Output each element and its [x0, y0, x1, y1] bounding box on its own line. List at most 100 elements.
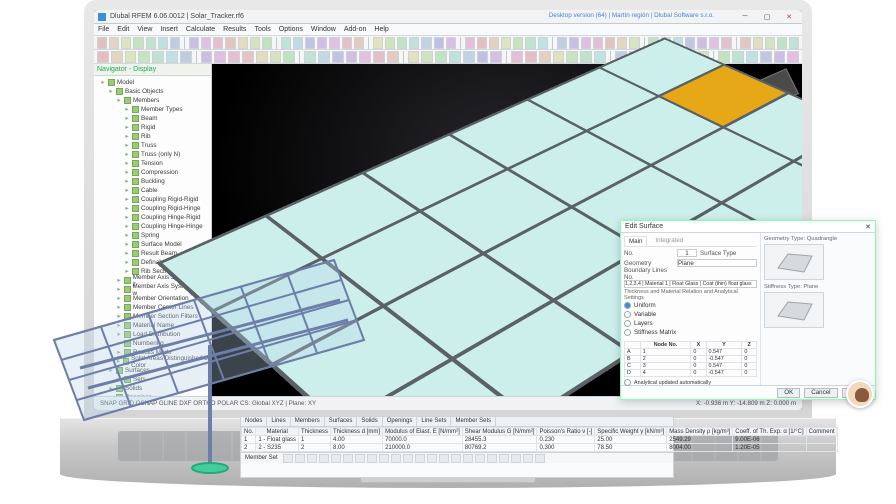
- tree-node[interactable]: ▸Member Section Filters: [94, 312, 211, 321]
- toolbar-button[interactable]: [746, 51, 758, 63]
- geometry-field[interactable]: Plane: [677, 259, 757, 267]
- toolbar-button[interactable]: [477, 51, 489, 63]
- tree-node[interactable]: ▸Rib: [94, 132, 211, 141]
- menu-options[interactable]: Options: [279, 26, 303, 33]
- table-tool-button[interactable]: [511, 454, 521, 463]
- toolbar-button[interactable]: [238, 37, 248, 49]
- toolbar-button[interactable]: [434, 37, 444, 49]
- toolbar-button[interactable]: [569, 37, 579, 49]
- radio-stiffness matrix[interactable]: [624, 329, 631, 336]
- dialog-close-icon[interactable]: ✕: [865, 223, 871, 231]
- toolbar-button[interactable]: [463, 51, 475, 63]
- geometry-thumbnail-1[interactable]: [764, 244, 824, 280]
- toolbar-button[interactable]: [732, 51, 744, 63]
- toolbar-button[interactable]: [765, 37, 775, 49]
- tree-node[interactable]: ▸Coupling Rigid-Hinge: [94, 204, 211, 213]
- toolbar-button[interactable]: [421, 37, 431, 49]
- data-table[interactable]: No.MaterialThicknessThickness d [mm]Modu…: [241, 427, 838, 452]
- tree-node[interactable]: ▸Tension: [94, 159, 211, 168]
- toolbar-button[interactable]: [318, 51, 330, 63]
- toolbar-button[interactable]: [228, 51, 240, 63]
- menu-window[interactable]: Window: [311, 26, 336, 33]
- toolbar-button[interactable]: [170, 37, 180, 49]
- table-tool-button[interactable]: [535, 454, 545, 463]
- toolbar-button[interactable]: [225, 37, 235, 49]
- toolbar-button[interactable]: [305, 37, 315, 49]
- table-tool-button[interactable]: [487, 454, 497, 463]
- close-button[interactable]: ✕: [780, 12, 798, 22]
- toolbar-button[interactable]: [525, 51, 537, 63]
- table-tab[interactable]: Openings: [383, 417, 418, 426]
- cancel-button[interactable]: Cancel: [804, 388, 837, 398]
- table-tool-button[interactable]: [499, 454, 509, 463]
- toolbar-button[interactable]: [566, 51, 578, 63]
- toolbar-button[interactable]: [166, 51, 178, 63]
- toolbar-button[interactable]: [146, 37, 156, 49]
- table-tool-button[interactable]: [343, 454, 353, 463]
- toolbar-button[interactable]: [373, 51, 385, 63]
- tree-node[interactable]: ▸Numbering: [94, 339, 211, 348]
- toolbar-button[interactable]: [787, 51, 799, 63]
- column-header[interactable]: Shear Modulus G [N/mm²]: [462, 428, 537, 436]
- table-tool-button[interactable]: [367, 454, 377, 463]
- tree-node[interactable]: ▸Compression: [94, 168, 211, 177]
- toolbar-button[interactable]: [581, 37, 591, 49]
- menu-add-on[interactable]: Add-on: [344, 26, 367, 33]
- column-header[interactable]: Modulus of Elast. E [N/mm²]: [383, 428, 463, 436]
- tree-node[interactable]: ▸Rigid: [94, 123, 211, 132]
- toolbar-button[interactable]: [180, 51, 192, 63]
- toolbar-button[interactable]: [97, 37, 107, 49]
- toolbar-button[interactable]: [354, 37, 364, 49]
- table-tabs[interactable]: NodesLinesMembersSurfacesSolidsOpeningsL…: [241, 417, 673, 427]
- tree-node[interactable]: ▸Sets: [94, 375, 211, 384]
- tree-node[interactable]: ▸Material Name: [94, 321, 211, 330]
- tree-node[interactable]: ▸Solids: [94, 384, 211, 393]
- geometry-thumbnail-2[interactable]: [764, 292, 824, 328]
- toolbar-button[interactable]: [740, 37, 750, 49]
- table-tool-button[interactable]: [523, 454, 533, 463]
- toolbar-button[interactable]: [513, 37, 523, 49]
- toolbar-button[interactable]: [449, 51, 461, 63]
- toolbar-button[interactable]: [214, 51, 226, 63]
- node-row[interactable]: B20-0.5470: [625, 356, 757, 363]
- table-tab[interactable]: Member Sets: [451, 417, 496, 426]
- menu-edit[interactable]: Edit: [117, 26, 129, 33]
- toolbar-button[interactable]: [332, 51, 344, 63]
- toolbar-button[interactable]: [281, 37, 291, 49]
- toolbar-button[interactable]: [718, 51, 730, 63]
- toolbar-button[interactable]: [409, 37, 419, 49]
- tree-node[interactable]: ▸Coupling Rigid-Rigid: [94, 195, 211, 204]
- toolbar-button[interactable]: [359, 51, 371, 63]
- toolbar-button[interactable]: [435, 51, 447, 63]
- toolbar-button[interactable]: [721, 37, 731, 49]
- table-tool-button[interactable]: [283, 454, 293, 463]
- radio-variable[interactable]: [624, 311, 631, 318]
- toolbar-button[interactable]: [97, 51, 109, 63]
- no-field[interactable]: 1: [677, 249, 697, 257]
- column-header[interactable]: Thickness: [299, 428, 331, 436]
- tree-node[interactable]: ▸Coupling Hinge-Rigid: [94, 213, 211, 222]
- tree-node[interactable]: ▸Member Types: [94, 105, 211, 114]
- toolbar-button[interactable]: [580, 51, 592, 63]
- toolbar-button[interactable]: [270, 51, 282, 63]
- chat-avatar[interactable]: [846, 380, 874, 408]
- table-tab[interactable]: Surfaces: [325, 417, 358, 426]
- toolbar-button[interactable]: [293, 37, 303, 49]
- menu-results[interactable]: Results: [223, 26, 246, 33]
- tree-node[interactable]: ▸Beam: [94, 114, 211, 123]
- column-header[interactable]: Coeff. of Th. Exp. α [1/°C]: [733, 428, 806, 436]
- table-tool-button[interactable]: [475, 454, 485, 463]
- tree-node[interactable]: ▸Truss: [94, 141, 211, 150]
- tree-node[interactable]: ▸Members: [94, 96, 211, 105]
- toolbar-button[interactable]: [511, 51, 523, 63]
- table-tool-button[interactable]: [295, 454, 305, 463]
- toolbar-button[interactable]: [346, 51, 358, 63]
- table-tab[interactable]: Line Sets: [417, 417, 451, 426]
- toolbar-button[interactable]: [594, 51, 606, 63]
- column-header[interactable]: Thickness d [mm]: [331, 428, 383, 436]
- dialog-tab-integrated[interactable]: Integrated: [651, 236, 687, 246]
- toolbar-button[interactable]: [250, 37, 260, 49]
- table-tool-button[interactable]: [331, 454, 341, 463]
- toolbar-button[interactable]: [408, 51, 420, 63]
- toolbar-button[interactable]: [262, 37, 272, 49]
